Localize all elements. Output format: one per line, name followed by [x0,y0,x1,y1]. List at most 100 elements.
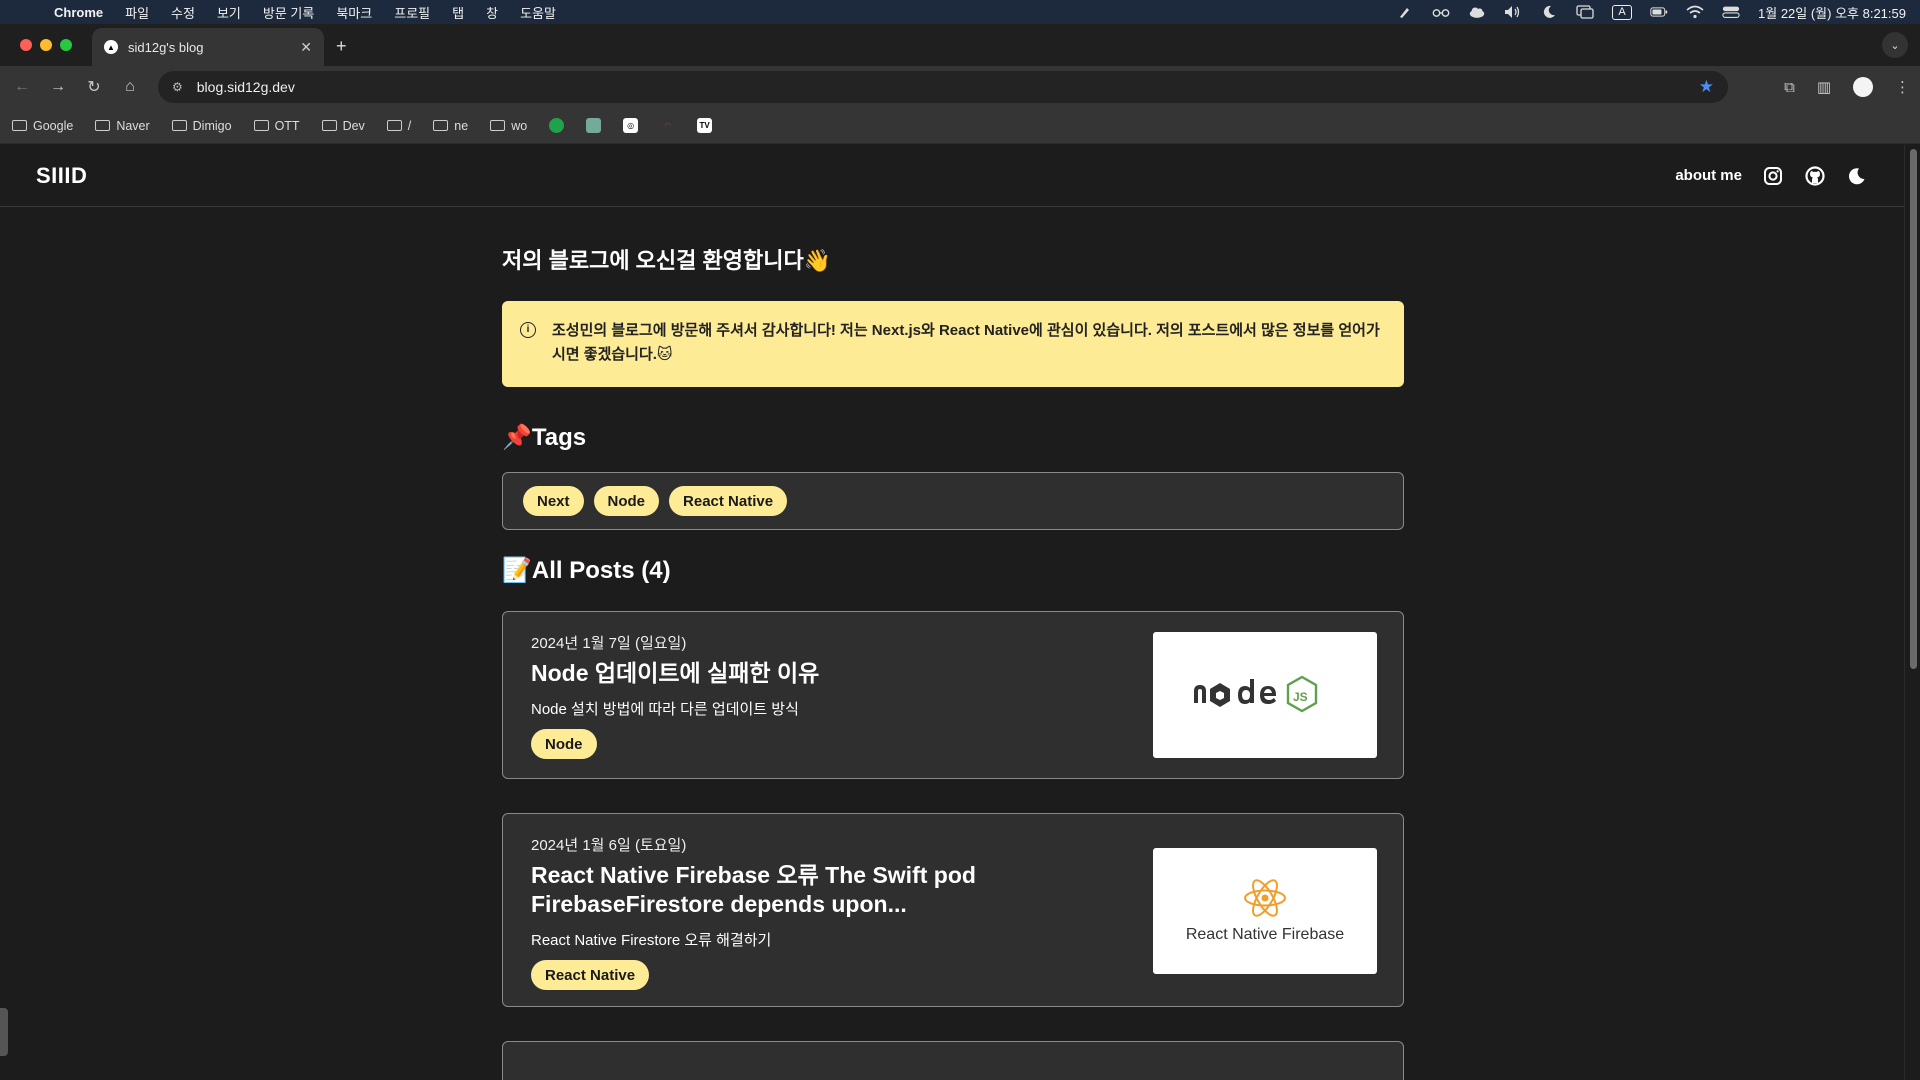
bookmark-chatgpt-icon[interactable] [586,118,602,133]
bookmark-tv-icon[interactable]: TV [697,118,713,133]
control-center-icon[interactable] [1722,5,1740,19]
bookmark-star-icon[interactable]: ★ [1699,77,1714,97]
post-card[interactable]: 2024년 1월 7일 (일요일) Node 업데이트에 실패한 이유 Node… [502,611,1404,779]
menu-tab[interactable]: 탭 [452,3,464,22]
tag-next[interactable]: Next [523,486,584,516]
notice-text: 조성민의 블로그에 방문해 주셔서 감사합니다! 저는 Next.js와 Rea… [552,322,1380,363]
menu-window[interactable]: 창 [486,3,498,22]
menu-profile[interactable]: 프로필 [394,3,430,22]
folder-icon [490,120,506,131]
bookmark-folder-ott[interactable]: OTT [253,119,300,133]
extensions-puzzle-icon[interactable]: ⧉ [1784,79,1795,96]
bookmark-folder-slash[interactable]: / [386,118,412,133]
thumbnail-caption: React Native Firebase [1185,926,1345,943]
bookmark-folder-dimigo[interactable]: Dimigo [171,119,232,133]
post-title[interactable]: Node 업데이트에 실패한 이유 [531,659,1133,688]
address-bar[interactable]: ⚙ blog.sid12g.dev ★ [158,71,1728,103]
url-text[interactable]: blog.sid12g.dev [197,79,295,95]
folder-icon [386,120,402,131]
focus-moon-icon[interactable] [1540,5,1558,19]
browser-toolbar: ← → ↻ ⌂ ⚙ blog.sid12g.dev ★ ⧉ ▥ ⋮ [0,66,1920,108]
post-text: 2024년 1월 7일 (일요일) Node 업데이트에 실패한 이유 Node… [531,632,1133,759]
bookmark-folder-google[interactable]: Google [12,119,73,133]
cloud-icon[interactable] [1468,5,1486,19]
folder-icon [253,120,269,131]
post-date: 2024년 1월 7일 (일요일) [531,635,687,652]
screen-mirroring-icon[interactable] [1576,5,1594,19]
bookmark-folder-dev[interactable]: Dev [321,118,365,133]
bookmark-label: / [407,118,412,133]
bookmark-folder-naver[interactable]: Naver [95,119,150,133]
dark-mode-moon-icon[interactable] [1846,165,1868,187]
post-text: 2024년 1월 6일 (토요일) React Native Firebase … [531,834,1133,990]
menu-history[interactable]: 방문 기록 [263,3,314,22]
new-tab-plus-icon[interactable]: + [336,36,347,57]
home-icon[interactable]: ⌂ [112,78,148,96]
tab-sid12g-blog[interactable]: ▲ sid12g's blog ✕ [92,28,324,66]
instagram-icon[interactable] [1762,165,1784,187]
side-panel-handle[interactable] [0,1008,8,1056]
side-panel-icon[interactable]: ▥ [1817,78,1831,96]
chrome-menu-icon[interactable]: ⋮ [1895,78,1910,96]
nodejs-logo-icon: JS [1194,675,1318,713]
reload-icon[interactable]: ↻ [76,77,112,97]
tab-search-chevron-icon[interactable]: ⌄ [1882,32,1908,58]
folder-icon [95,120,111,131]
post-card[interactable]: 2024년 1월 6일 (토요일) React Native Firebase … [502,813,1404,1007]
status-area: A 1월 22일 (월) 오후 8:21:59 [1396,0,1906,24]
github-icon[interactable] [1804,165,1826,187]
menu-bookmarks[interactable]: 북마크 [336,3,372,22]
datetime[interactable]: 1월 22일 (월) 오후 8:21:59 [1758,3,1906,22]
input-source-badge[interactable]: A [1612,4,1633,20]
menu-help[interactable]: 도움말 [520,3,556,22]
close-window-button[interactable] [20,39,32,51]
tags-heading: 📌Tags [502,424,587,451]
volume-icon[interactable] [1504,5,1522,19]
battery-icon[interactable] [1650,5,1668,19]
menu-app-chrome[interactable]: Chrome [54,5,103,20]
bookmark-folder-ne[interactable]: ne [433,119,468,133]
scrollbar-thumb[interactable] [1910,149,1917,669]
info-icon: i [520,322,536,338]
back-arrow-icon[interactable]: ← [4,78,40,96]
bookmark-target-icon[interactable]: ◎ [623,118,639,133]
menu-edit[interactable]: 수정 [171,3,195,22]
bookmark-green-circle-icon[interactable] [549,118,565,133]
zoom-window-button[interactable] [60,39,72,51]
site-settings-icon[interactable]: ⚙ [172,80,183,94]
site-nav: about me [1675,165,1868,187]
post-tag-react-native[interactable]: React Native [531,960,650,990]
page-scrollbar[interactable] [1904,145,1920,1080]
folder-icon [171,120,187,131]
tag-node[interactable]: Node [593,486,660,516]
bookmarks-bar: Google Naver Dimigo OTT Dev / ne wo ◎ ◠ … [0,108,1920,144]
post-card-partial[interactable] [502,1041,1404,1080]
glasses-icon[interactable] [1432,5,1450,19]
post-thumbnail-nodejs[interactable]: JS [1153,632,1377,758]
post-date: 2024년 1월 6일 (토요일) [531,837,687,854]
tab-title: sid12g's blog [128,39,204,55]
pen-status-icon[interactable] [1396,5,1414,19]
post-tag-node[interactable]: Node [531,729,597,759]
main-content: 저의 블로그에 오신걸 환영합니다👋 i 조성민의 블로그에 방문해 주셔서 감… [502,207,1404,1080]
bookmark-label: Dev [342,118,365,133]
bookmark-red-arc-icon[interactable]: ◠ [660,118,675,133]
post-thumbnail-react-native-firebase[interactable]: React Native Firebase [1153,848,1377,974]
profile-avatar-icon[interactable] [1853,77,1873,97]
close-tab-icon[interactable]: ✕ [300,39,312,56]
forward-arrow-icon[interactable]: → [40,78,76,96]
folder-icon [12,120,27,131]
folder-icon [321,120,337,131]
minimize-window-button[interactable] [40,39,52,51]
bookmark-folder-wo[interactable]: wo [490,119,527,133]
about-me-link[interactable]: about me [1675,167,1742,184]
welcome-heading: 저의 블로그에 오신걸 환영합니다👋 [502,248,832,273]
menu-view[interactable]: 보기 [217,3,241,22]
triangle-favicon-icon: ▲ [104,40,118,54]
menu-file[interactable]: 파일 [125,3,149,22]
post-title[interactable]: React Native Firebase 오류 The Swift pod F… [531,861,1001,919]
wifi-icon[interactable] [1686,5,1704,19]
tag-react-native[interactable]: React Native [669,486,788,516]
site-logo[interactable]: SIIID [36,163,87,189]
all-posts-heading: 📝All Posts (4) [502,557,671,584]
